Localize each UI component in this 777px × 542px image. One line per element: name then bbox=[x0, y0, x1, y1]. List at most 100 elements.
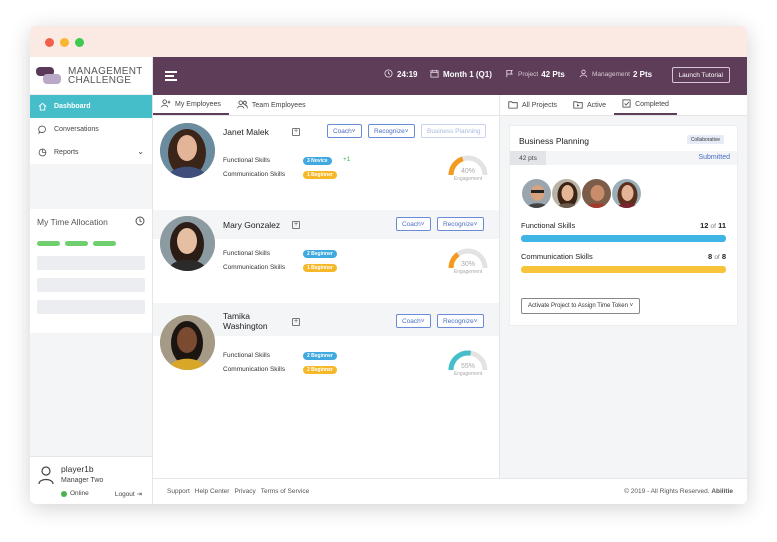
sidebar-item-label: Dashboard bbox=[54, 103, 91, 110]
footer-link-help-center[interactable]: Help Center bbox=[195, 488, 230, 495]
folder-icon bbox=[508, 100, 518, 111]
engagement-percent: 55% bbox=[460, 363, 475, 370]
time-allocation-title: My Time Allocation bbox=[37, 217, 108, 227]
footer-link-terms[interactable]: Terms of Service bbox=[261, 488, 309, 495]
project-card[interactable]: Business Planning Collaborative 42 pts S… bbox=[509, 125, 738, 326]
tab-label: Team Employees bbox=[251, 101, 306, 109]
avatar[interactable] bbox=[521, 178, 552, 209]
skill-label: Functional Skills bbox=[521, 221, 576, 230]
sidebar-item-label: Conversations bbox=[54, 126, 99, 133]
add-task-icon[interactable]: + bbox=[292, 221, 300, 229]
tab-all-projects[interactable]: All Projects bbox=[500, 95, 565, 115]
coach-label: Coach bbox=[402, 317, 421, 325]
menu-icon[interactable] bbox=[165, 71, 177, 83]
online-status: Online bbox=[61, 490, 89, 497]
employee-photo bbox=[160, 315, 215, 370]
employees-panel: My Employees Team Employees Janet Malek … bbox=[153, 95, 500, 478]
coach-button[interactable]: Coach ˅ bbox=[327, 124, 362, 138]
avatar[interactable] bbox=[551, 178, 582, 209]
skill-count: 12 of 11 bbox=[700, 221, 726, 230]
recognize-label: Recognize bbox=[443, 317, 474, 325]
minimize-window-button[interactable] bbox=[60, 38, 69, 47]
skill-label: Communication Skills bbox=[223, 366, 286, 373]
sidebar-item-conversations[interactable]: Conversations bbox=[30, 118, 152, 141]
tab-team-employees[interactable]: Team Employees bbox=[229, 95, 314, 115]
month-value: Month 1 (Q1) bbox=[443, 70, 492, 79]
tab-active[interactable]: Active bbox=[565, 95, 614, 115]
skill-label: Communication Skills bbox=[223, 264, 286, 271]
timer: 24:19 bbox=[384, 69, 417, 80]
tab-label: All Projects bbox=[522, 101, 558, 109]
recognize-button[interactable]: Recognize ˅ bbox=[437, 314, 484, 328]
logo-line2: CHALLENGE bbox=[68, 74, 132, 86]
sidebar-item-dashboard[interactable]: Dashboard bbox=[30, 95, 152, 118]
engagement-label: Engagement bbox=[453, 269, 483, 275]
recognize-button[interactable]: Recognize ˅ bbox=[368, 124, 415, 138]
engagement-gauge: 40% Engagement bbox=[448, 155, 488, 187]
engagement-percent: 30% bbox=[460, 261, 475, 268]
functional-skills-progress-bar bbox=[521, 235, 726, 242]
add-task-icon[interactable]: + bbox=[292, 318, 300, 326]
chevron-down-icon: ˅ bbox=[629, 303, 634, 309]
avatar[interactable] bbox=[611, 178, 642, 209]
skill-current: 8 bbox=[708, 252, 713, 261]
home-icon bbox=[37, 102, 47, 112]
coach-button[interactable]: Coach ˅ bbox=[396, 314, 431, 328]
add-task-icon[interactable]: + bbox=[292, 128, 300, 136]
coach-label: Coach bbox=[402, 220, 421, 228]
skill-level-badge: 2 Beginner bbox=[303, 366, 337, 374]
maximize-window-button[interactable] bbox=[75, 38, 84, 47]
tab-completed[interactable]: Completed bbox=[614, 95, 677, 115]
activate-project-dropdown[interactable]: Activate Project to Assign Time Token ˅ bbox=[521, 298, 641, 314]
sidebar-nav: Dashboard Conversations Reports ⌄ bbox=[30, 95, 152, 164]
user-avatar-icon bbox=[38, 465, 54, 485]
clock-icon bbox=[384, 69, 393, 80]
time-token[interactable] bbox=[65, 241, 88, 246]
pie-chart-icon bbox=[37, 148, 47, 158]
sidebar-item-reports[interactable]: Reports ⌄ bbox=[30, 141, 152, 164]
engagement-gauge: 30% Engagement bbox=[448, 248, 488, 280]
skill-level-badge: 3 Novice bbox=[303, 157, 332, 165]
engagement-label: Engagement bbox=[453, 176, 483, 182]
active-folder-icon bbox=[573, 100, 583, 111]
chevron-down-icon: ˅ bbox=[420, 220, 425, 228]
communication-skills-progress-bar bbox=[521, 266, 726, 273]
employee-tabs: My Employees Team Employees bbox=[153, 95, 499, 116]
user-role: Manager Two bbox=[61, 477, 104, 484]
activate-project-label: Activate Project to Assign Time Token bbox=[528, 303, 628, 309]
employee-card-tamika-washington: Tamika Washington + Coach ˅ Recognize ˅ Fu… bbox=[153, 303, 499, 395]
close-window-button[interactable] bbox=[45, 38, 54, 47]
recognize-button[interactable]: Recognize ˅ bbox=[437, 217, 484, 231]
assigned-project-button[interactable]: Business Planning bbox=[421, 124, 487, 138]
employee-card-mary-gonzalez: Mary Gonzalez + Coach ˅ Recognize ˅ Functi… bbox=[153, 210, 499, 302]
flag-icon bbox=[505, 69, 514, 80]
skill-label: Communication Skills bbox=[223, 171, 286, 178]
skill-count: 8 of 8 bbox=[708, 252, 726, 261]
launch-tutorial-button[interactable]: Launch Tutorial bbox=[671, 67, 730, 83]
time-token[interactable] bbox=[37, 241, 60, 246]
online-dot-icon bbox=[61, 490, 67, 497]
time-slot bbox=[37, 256, 145, 270]
recognize-label: Recognize bbox=[374, 127, 405, 135]
tab-label: My Employees bbox=[175, 100, 221, 108]
tab-my-employees[interactable]: My Employees bbox=[153, 95, 229, 115]
project-status: Submitted bbox=[698, 154, 730, 161]
logout-button[interactable]: Logout ⇥ bbox=[115, 490, 142, 498]
coach-label: Coach bbox=[333, 127, 352, 135]
tab-label: Active bbox=[587, 101, 607, 109]
coach-button[interactable]: Coach ˅ bbox=[396, 217, 431, 231]
project-points-value: 42 Pts bbox=[541, 70, 565, 79]
time-token-bars bbox=[37, 241, 145, 246]
add-person-icon bbox=[161, 98, 171, 110]
footer-link-privacy[interactable]: Privacy bbox=[234, 488, 255, 495]
skill-total: 8 bbox=[721, 252, 726, 261]
project-points: 42 pts bbox=[510, 151, 546, 165]
avatar[interactable] bbox=[581, 178, 612, 209]
app-logo[interactable]: MANAGEMENT CHALLENGE bbox=[30, 57, 152, 95]
chevron-down-icon: ˅ bbox=[404, 127, 409, 135]
sidebar-item-label: Reports bbox=[54, 149, 79, 156]
person-icon bbox=[579, 69, 588, 80]
footer-link-support[interactable]: Support bbox=[167, 488, 190, 495]
time-token[interactable] bbox=[93, 241, 116, 246]
chevron-down-icon: ˅ bbox=[351, 127, 356, 135]
